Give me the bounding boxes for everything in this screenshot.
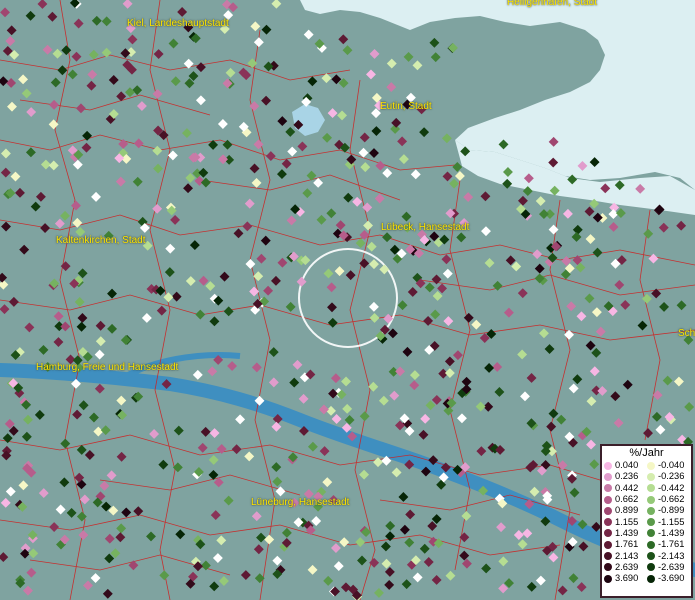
legend-label: 0.662	[615, 494, 639, 505]
legend-label: 1.155	[615, 516, 639, 527]
legend-item-negative: -3.690	[647, 573, 689, 584]
legend-item-negative: -0.899	[647, 505, 689, 516]
legend-swatch	[647, 563, 655, 572]
legend-item-positive: 0.236	[604, 471, 646, 482]
city-label-lueneburg: Lüneburg, Hansestadt	[251, 497, 350, 508]
legend-swatch	[647, 461, 655, 470]
legend-label: -0.662	[658, 494, 685, 505]
legend-item-positive: 1.155	[604, 516, 646, 527]
legend-item-negative: -0.662	[647, 494, 689, 505]
legend-swatch	[604, 495, 612, 504]
city-label-sch: Sch	[678, 328, 695, 339]
legend-label: -0.899	[658, 505, 685, 516]
legend-label: 0.442	[615, 482, 639, 493]
legend-swatch	[604, 461, 612, 470]
legend-item-positive: 0.899	[604, 505, 646, 516]
city-label-kiel: Kiel, Landeshauptstadt	[127, 18, 229, 29]
map-legend: %/Jahr 0.040 -0.040 0.236 -0.236 0.442 -0.442…	[600, 444, 693, 598]
city-label-luebeck: Lübeck, Hansestadt	[381, 222, 470, 233]
map-canvas[interactable]	[0, 0, 695, 600]
city-label-hamburg: Hamburg, Freie und Hansestadt	[36, 362, 179, 373]
legend-item-negative: -1.761	[647, 539, 689, 550]
legend-item-negative: -0.040	[647, 460, 689, 471]
legend-label: 0.040	[615, 460, 639, 471]
legend-swatch	[604, 484, 612, 493]
legend-label: 0.236	[615, 471, 639, 482]
legend-swatch	[604, 574, 612, 583]
city-label-kaltenkirchen: Kaltenkirchen, Stadt	[56, 235, 146, 246]
legend-item-positive: 3.690	[604, 573, 646, 584]
legend-item-positive: 0.442	[604, 483, 646, 494]
legend-label: -2.639	[658, 561, 685, 572]
legend-title: %/Jahr	[629, 447, 664, 459]
city-label-eutin: Eutin, Stadt	[380, 101, 432, 112]
legend-swatch	[647, 574, 655, 583]
legend-swatch	[604, 563, 612, 572]
legend-label: 0.899	[615, 505, 639, 516]
legend-swatch	[647, 472, 655, 481]
legend-label: 1.761	[615, 539, 639, 550]
legend-swatch	[604, 506, 612, 515]
legend-swatch	[647, 495, 655, 504]
legend-label: 2.143	[615, 550, 639, 561]
legend-swatch	[604, 529, 612, 538]
legend-item-negative: -2.639	[647, 562, 689, 573]
legend-item-negative: -1.155	[647, 516, 689, 527]
legend-swatch	[604, 540, 612, 549]
city-label-heiligenhafen: Heiligenhafen, Stadt	[507, 0, 598, 8]
legend-swatch	[647, 484, 655, 493]
legend-item-positive: 0.662	[604, 494, 646, 505]
legend-label: -0.442	[658, 482, 685, 493]
legend-swatch	[647, 540, 655, 549]
legend-item-positive: 2.143	[604, 550, 646, 561]
legend-label: -0.236	[658, 471, 685, 482]
legend-swatch	[647, 529, 655, 538]
legend-swatch	[647, 506, 655, 515]
legend-label: 1.439	[615, 527, 639, 538]
legend-grid: 0.040 -0.040 0.236 -0.236 0.442 -0.442 0.662 -0…	[602, 460, 691, 584]
legend-label: 3.690	[615, 573, 639, 584]
legend-item-positive: 0.040	[604, 460, 646, 471]
legend-item-negative: -0.236	[647, 471, 689, 482]
legend-swatch	[604, 552, 612, 561]
legend-swatch	[647, 552, 655, 561]
legend-swatch	[604, 518, 612, 527]
legend-label: -3.690	[658, 573, 685, 584]
legend-item-negative: -1.439	[647, 528, 689, 539]
legend-item-negative: -0.442	[647, 483, 689, 494]
legend-label: -2.143	[658, 550, 685, 561]
legend-swatch	[604, 472, 612, 481]
legend-label: -1.761	[658, 539, 685, 550]
legend-item-positive: 1.761	[604, 539, 646, 550]
legend-swatch	[647, 518, 655, 527]
legend-item-positive: 2.639	[604, 562, 646, 573]
legend-label: -1.155	[658, 516, 685, 527]
legend-label: 2.639	[615, 561, 639, 572]
legend-label: -0.040	[658, 460, 685, 471]
legend-item-positive: 1.439	[604, 528, 646, 539]
legend-label: -1.439	[658, 527, 685, 538]
legend-item-negative: -2.143	[647, 550, 689, 561]
